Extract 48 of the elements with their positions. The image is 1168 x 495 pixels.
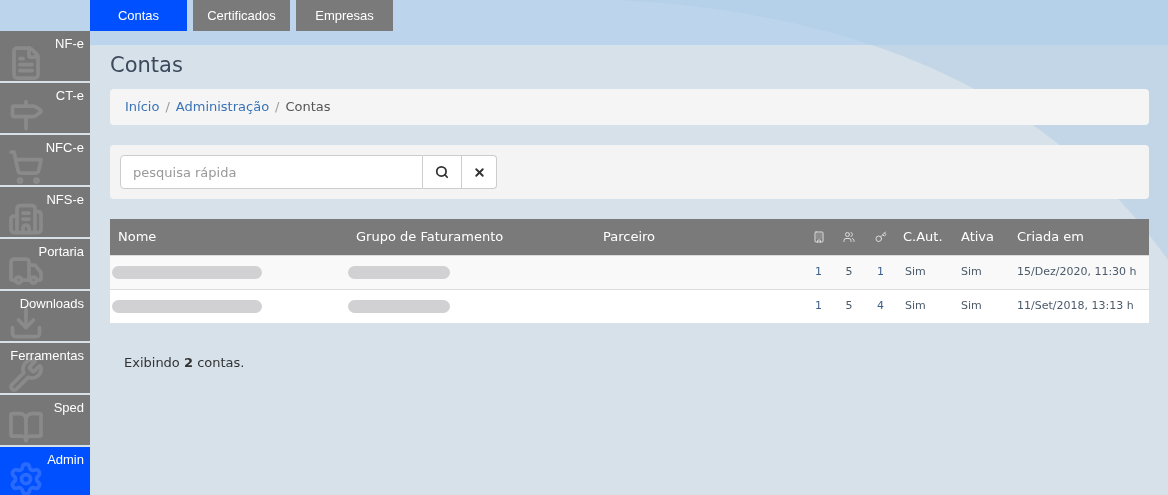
breadcrumb-link[interactable]: Início [125,97,160,117]
building-icon [812,231,825,243]
table-cell-text: Sim [960,264,983,281]
breadcrumb-link[interactable]: Administração [175,97,270,117]
sidebar-item[interactable]: NFS-e [0,187,90,237]
table-cell-text: Sim [904,298,927,315]
page-title: Contas [110,52,184,79]
sidebar-item[interactable]: Admin [0,447,90,495]
table-cell-text: 1 [814,264,823,281]
table-cell-text: Sim [904,264,927,281]
table-cell-text: 5 [844,298,854,315]
settings-icon [8,461,44,495]
table-cell-text: 1 [814,298,823,315]
table-cell-text: 4 [876,298,885,315]
sidebar-item[interactable]: Downloads [0,291,90,341]
clear-button[interactable] [462,155,497,189]
top-tab[interactable]: Empresas [296,0,393,31]
top-tab[interactable]: Certificados [193,0,290,31]
cart-icon [8,149,44,185]
breadcrumb-current: Contas [285,98,331,117]
column-header: Criada em [1016,228,1085,247]
sidebar-item[interactable]: CT-e [0,83,90,133]
breadcrumb-separator: / [274,98,281,117]
search-field[interactable]: pesquisa rápida [120,155,423,189]
sidebar-item[interactable]: Ferramentas [0,343,90,393]
column-header: Parceiro [602,228,657,247]
building-icon [8,201,44,237]
summary-text: Exibindo 2 contas. [123,354,246,372]
sidebar-item[interactable]: Portaria [0,239,90,289]
table-cell-text: 11/Set/2018, 13:13 h [1016,298,1135,315]
table-cell-text: 1 [876,264,885,281]
search-button[interactable] [423,155,462,189]
sidebar-item[interactable]: NFC-e [0,135,90,185]
breadcrumb-separator: / [164,98,171,117]
sidebar-item[interactable]: NF-e [0,31,90,81]
sidebar-item[interactable]: Sped [0,395,90,445]
column-header: Grupo de Faturamento [355,228,505,247]
table-cell-text: 15/Dez/2020, 11:30 h [1016,264,1138,281]
column-header: Ativa [960,228,996,247]
column-header: C.Aut. [902,228,944,247]
column-header: Nome [117,228,158,247]
key-icon [874,231,887,243]
search-icon [435,165,449,179]
table-cell-text: Sim [960,298,983,315]
top-tab[interactable]: Contas [90,0,187,31]
table-cell-text: 5 [844,264,854,281]
close-icon [472,165,486,179]
users-icon [843,231,855,243]
